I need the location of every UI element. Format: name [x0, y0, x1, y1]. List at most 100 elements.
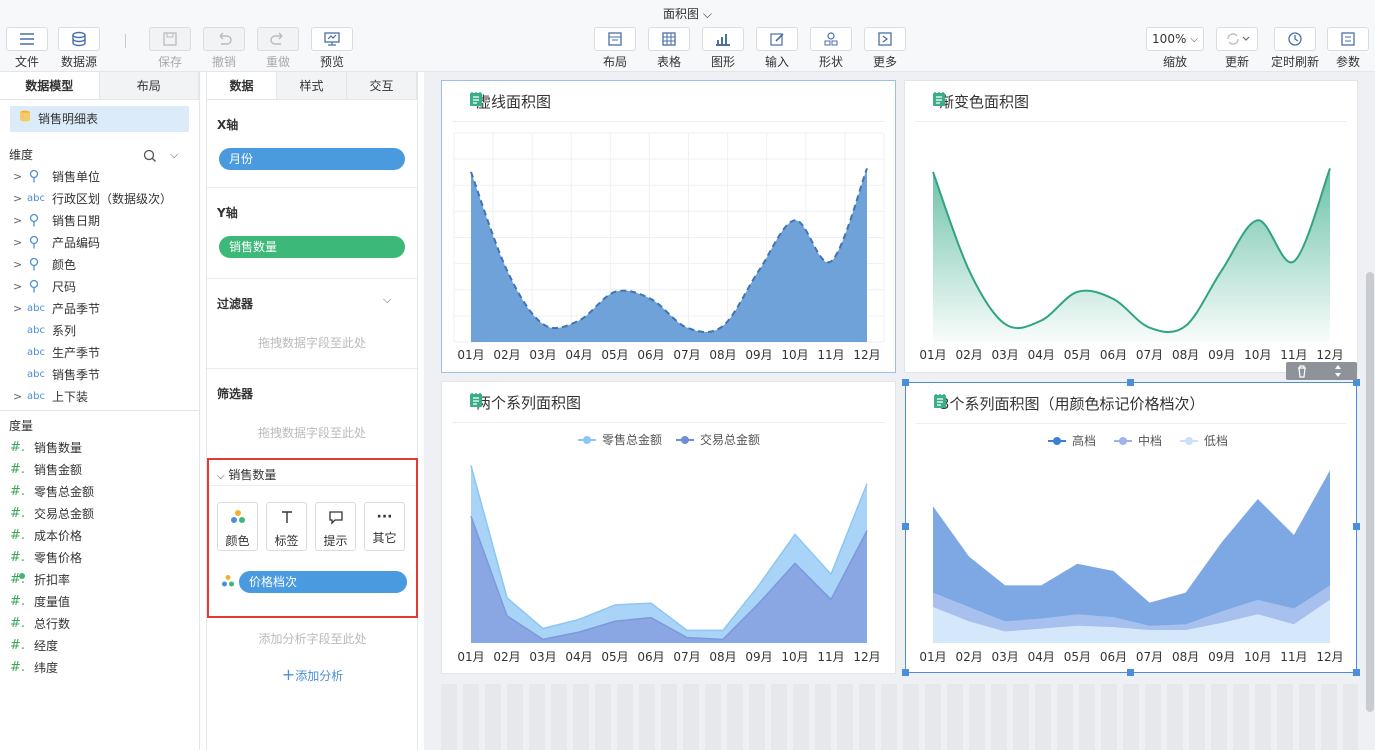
measure-marks-header[interactable]: ⌵ 销售数量: [209, 460, 416, 486]
card-toolbar: [1286, 362, 1357, 380]
measure-field[interactable]: #. 零售总金额: [0, 481, 199, 503]
add-analysis-button[interactable]: +添加分析: [207, 665, 418, 684]
legend-item[interactable]: 低档: [1180, 434, 1228, 448]
dimension-field[interactable]: abc 系列: [0, 320, 199, 342]
chevron-right-icon[interactable]: >: [13, 254, 22, 276]
chevron-down-icon: ⌵: [1190, 33, 1198, 45]
dataset-item[interactable]: 销售明细表: [10, 106, 189, 132]
mark-other-button[interactable]: ··· 其它: [364, 502, 405, 551]
resize-handle[interactable]: [902, 669, 909, 676]
chart-card-three-series-area[interactable]: 3个系列面积图（用颜色标记价格档次） 01月 02月 03月 04月 05月 06月 07月…: [905, 382, 1357, 673]
more-button[interactable]: 更多: [864, 27, 906, 70]
dimension-field[interactable]: > abc 行政区划（数据级次）: [0, 188, 199, 210]
x-axis-field-pill[interactable]: 月份: [219, 148, 405, 170]
x-tick-label: 02月: [955, 650, 982, 664]
dimension-field[interactable]: > 销售日期: [0, 210, 199, 232]
dimension-field[interactable]: > 颜色: [0, 254, 199, 276]
dimension-field[interactable]: > 尺码: [0, 276, 199, 298]
resize-handle[interactable]: [902, 523, 909, 530]
graphic-button[interactable]: 图形: [702, 27, 744, 70]
redo-button[interactable]: 重做: [257, 27, 299, 70]
filter-dropzone[interactable]: 拖拽数据字段至此处: [207, 334, 417, 351]
x-tick-label: 12月: [853, 650, 880, 664]
dimension-field[interactable]: > abc 产品季节: [0, 298, 199, 320]
color-field-pill[interactable]: 价格档次: [239, 571, 407, 593]
resize-handle[interactable]: [1353, 523, 1360, 530]
resize-handle[interactable]: [1353, 379, 1360, 386]
resize-handle[interactable]: [1127, 379, 1134, 386]
status-dot: [19, 573, 25, 579]
legend-item[interactable]: 中档: [1114, 433, 1162, 448]
preview-button[interactable]: 预览: [311, 27, 353, 70]
chevron-right-icon[interactable]: >: [13, 166, 22, 188]
resize-handle[interactable]: [1127, 669, 1134, 676]
mark-tooltip-button[interactable]: 提示: [315, 502, 356, 551]
chevron-right-icon[interactable]: >: [13, 386, 22, 408]
measure-field[interactable]: #. 销售金额: [0, 459, 199, 481]
x-tick-label: 02月: [493, 650, 520, 664]
mark-label-button[interactable]: 标签: [266, 502, 307, 551]
dimension-header: 维度 ⌵: [0, 144, 199, 166]
undo-button[interactable]: 撤销: [203, 27, 245, 70]
measure-field[interactable]: #. 折扣率: [0, 569, 199, 591]
chevron-right-icon[interactable]: >: [13, 210, 22, 232]
dimension-field[interactable]: abc 销售季节: [0, 364, 199, 386]
chart-card-gradient-area[interactable]: 渐变色面积图 01月 02月 03月 04月 05月 06月 07月 08月 09月 10月 11月…: [904, 80, 1358, 373]
legend-item[interactable]: 零售总金额: [578, 432, 662, 447]
tab-layout[interactable]: 布局: [99, 72, 199, 99]
resize-handle[interactable]: [902, 379, 909, 386]
vertical-scrollbar[interactable]: [1366, 272, 1374, 712]
datasource-button[interactable]: 数据源: [58, 27, 100, 70]
chevron-right-icon[interactable]: >: [13, 188, 22, 210]
measure-field[interactable]: #. 销售数量: [0, 437, 199, 459]
chevron-down-icon[interactable]: ⌵: [170, 144, 178, 166]
chevron-right-icon[interactable]: >: [13, 276, 22, 298]
legend-item[interactable]: 交易总金额: [676, 432, 760, 447]
selector-dropzone[interactable]: 拖拽数据字段至此处: [207, 424, 417, 441]
zoom-select[interactable]: 100% ⌵: [1146, 27, 1204, 51]
document-title[interactable]: 面积图 ⌵: [0, 5, 1375, 22]
tab-data-model[interactable]: 数据模型: [0, 72, 100, 99]
dimension-field[interactable]: > abc 上下装: [0, 386, 199, 408]
timed-refresh-button[interactable]: 定时刷新: [1271, 27, 1319, 70]
tab-interaction[interactable]: 交互: [347, 72, 417, 99]
zoom-control[interactable]: 100% ⌵ 缩放: [1146, 27, 1204, 70]
save-button[interactable]: 保存: [149, 27, 191, 70]
chevron-right-icon[interactable]: >: [13, 298, 22, 320]
chevron-right-icon[interactable]: >: [13, 232, 22, 254]
refresh-button[interactable]: 更新: [1216, 27, 1258, 70]
measure-field[interactable]: #. 经度: [0, 635, 199, 657]
dimension-field[interactable]: > 销售单位: [0, 166, 199, 188]
analysis-dropzone[interactable]: 添加分析字段至此处: [207, 630, 418, 647]
measure-list: #. 销售数量 #. 销售金额 #. 零售总金额 #. 交易总金额 #. 成本价格 #. 零售价格 #.…: [0, 437, 199, 679]
params-button[interactable]: 参数: [1327, 27, 1369, 70]
move-icon[interactable]: [1331, 364, 1345, 381]
file-button[interactable]: 文件: [6, 27, 48, 70]
measure-field[interactable]: #. 总行数: [0, 613, 199, 635]
y-axis-field-pill[interactable]: 销售数量: [219, 236, 405, 258]
trash-icon[interactable]: [1295, 364, 1309, 381]
x-tick-label: 06月: [637, 348, 664, 362]
x-tick-label: 10月: [781, 650, 808, 664]
measure-field[interactable]: #. 纬度: [0, 657, 199, 679]
input-button[interactable]: 输入: [756, 27, 798, 70]
table-button[interactable]: 表格: [648, 27, 690, 70]
measure-field[interactable]: #. 成本价格: [0, 525, 199, 547]
shape-button[interactable]: 形状: [810, 27, 852, 70]
legend-dot: [1053, 437, 1061, 445]
dimension-field[interactable]: > 产品编码: [0, 232, 199, 254]
legend-item[interactable]: 高档: [1048, 433, 1096, 448]
chart-card-two-series-area[interactable]: 两个系列面积图 01月 02月 03月 04月 05月 06月 07月 08月 09月 10月 11…: [441, 381, 896, 674]
resize-handle[interactable]: [1353, 669, 1360, 676]
chart-card-dashed-area[interactable]: 虚线面积图 01月 02月 03月 04月 05月 06月 07月 08月 09月 10月 11月 1…: [441, 80, 896, 373]
measure-field[interactable]: #. 交易总金额: [0, 503, 199, 525]
measure-field[interactable]: #. 度量值: [0, 591, 199, 613]
layout-button[interactable]: 布局: [594, 27, 636, 70]
tab-data[interactable]: 数据: [207, 72, 277, 99]
dimension-field[interactable]: abc 生产季节: [0, 342, 199, 364]
tab-style[interactable]: 样式: [277, 72, 347, 99]
mark-color-button[interactable]: 颜色: [217, 502, 258, 551]
search-icon[interactable]: [143, 144, 157, 166]
measure-field[interactable]: #. 零售价格: [0, 547, 199, 569]
chevron-down-icon[interactable]: ⌵: [383, 293, 391, 307]
